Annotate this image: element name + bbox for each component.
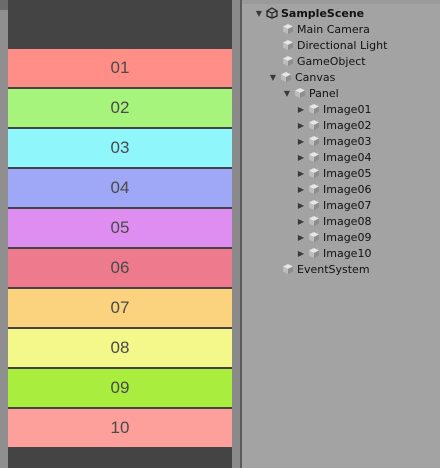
node-label: GameObject [297, 54, 366, 68]
hierarchy-item-panel[interactable]: ▼ Panel [282, 85, 339, 101]
collapsed-arrow-icon[interactable]: ▶ [296, 216, 306, 226]
expanded-arrow-icon[interactable]: ▼ [254, 8, 264, 18]
gameobject-cube-icon [308, 151, 320, 163]
node-label: Image10 [323, 246, 372, 260]
color-row: 07 [8, 289, 232, 327]
node-label: Image05 [323, 166, 372, 180]
hierarchy-item-image[interactable]: ▶ Image08 [296, 213, 372, 229]
game-bottom-bar [8, 449, 232, 468]
gameobject-cube-icon [308, 119, 320, 131]
color-row: 09 [8, 369, 232, 407]
gameobject-cube-icon [308, 167, 320, 179]
node-label: Image07 [323, 198, 372, 212]
color-row: 08 [8, 329, 232, 367]
collapsed-arrow-icon[interactable]: ▶ [296, 152, 306, 162]
game-canvas: 01 02 03 04 05 06 07 08 09 10 [8, 0, 232, 468]
hierarchy-item-directional-light[interactable]: Directional Light [282, 37, 387, 53]
gameobject-cube-icon [282, 55, 294, 67]
color-row: 02 [8, 89, 232, 127]
hierarchy-item-scene[interactable]: ▼ SampleScene [254, 5, 364, 21]
scene-name: SampleScene [281, 6, 365, 20]
hierarchy-item-image[interactable]: ▶ Image05 [296, 165, 372, 181]
color-rows: 01 02 03 04 05 06 07 08 09 10 [8, 49, 232, 449]
gameobject-cube-icon [308, 135, 320, 147]
color-row: 04 [8, 169, 232, 207]
collapsed-arrow-icon[interactable]: ▶ [296, 104, 306, 114]
expanded-arrow-icon[interactable]: ▼ [282, 88, 292, 98]
gameobject-cube-icon [308, 231, 320, 243]
unity-scene-icon [266, 7, 278, 19]
node-label: Image03 [323, 134, 372, 148]
hierarchy-item-image[interactable]: ▶ Image06 [296, 181, 372, 197]
hierarchy-item-eventsystem[interactable]: EventSystem [282, 261, 370, 277]
hierarchy-item-gameobject[interactable]: GameObject [282, 53, 366, 69]
gameobject-cube-icon [308, 215, 320, 227]
collapsed-arrow-icon[interactable]: ▶ [296, 120, 306, 130]
hierarchy-item-image[interactable]: ▶ Image07 [296, 197, 372, 213]
hierarchy-panel: ▼ SampleScene Main Camera Directional Li… [242, 0, 440, 468]
gameobject-cube-icon [294, 87, 306, 99]
hierarchy-top-strip [242, 0, 440, 4]
node-label: Canvas [295, 70, 336, 84]
gameobject-cube-icon [282, 23, 294, 35]
hierarchy-item-image[interactable]: ▶ Image02 [296, 117, 372, 133]
hierarchy-item-canvas[interactable]: ▼ Canvas [268, 69, 335, 85]
color-row: 05 [8, 209, 232, 247]
color-row: 01 [8, 49, 232, 87]
hierarchy-item-image[interactable]: ▶ Image09 [296, 229, 372, 245]
node-label: Image09 [323, 230, 372, 244]
node-label: EventSystem [297, 262, 370, 276]
node-label: Main Camera [297, 22, 370, 36]
gameobject-cube-icon [308, 103, 320, 115]
collapsed-arrow-icon[interactable]: ▶ [296, 184, 306, 194]
gameobject-cube-icon [282, 263, 294, 275]
hierarchy-item-image[interactable]: ▶ Image03 [296, 133, 372, 149]
node-label: Image01 [323, 102, 372, 116]
gameobject-cube-icon [280, 71, 292, 83]
node-label: Image08 [323, 214, 372, 228]
collapsed-arrow-icon[interactable]: ▶ [296, 232, 306, 242]
color-row: 06 [8, 249, 232, 287]
node-label: Image06 [323, 182, 372, 196]
expanded-arrow-icon[interactable]: ▼ [268, 72, 278, 82]
gameobject-cube-icon [282, 39, 294, 51]
collapsed-arrow-icon[interactable]: ▶ [296, 200, 306, 210]
gameobject-cube-icon [308, 247, 320, 259]
collapsed-arrow-icon[interactable]: ▶ [296, 136, 306, 146]
color-row: 10 [8, 409, 232, 447]
gameobject-cube-icon [308, 183, 320, 195]
hierarchy-item-image[interactable]: ▶ Image01 [296, 101, 372, 117]
hierarchy-item-image[interactable]: ▶ Image10 [296, 245, 372, 261]
node-label: Image04 [323, 150, 372, 164]
color-row: 03 [8, 129, 232, 167]
collapsed-arrow-icon[interactable]: ▶ [296, 248, 306, 258]
node-label: Image02 [323, 118, 372, 132]
game-right-gutter [232, 0, 240, 468]
gameobject-cube-icon [308, 199, 320, 211]
game-view: 01 02 03 04 05 06 07 08 09 10 [0, 0, 240, 468]
node-label: Panel [309, 86, 339, 100]
hierarchy-item-main-camera[interactable]: Main Camera [282, 21, 370, 37]
hierarchy-item-image[interactable]: ▶ Image04 [296, 149, 372, 165]
node-label: Directional Light [297, 38, 388, 52]
collapsed-arrow-icon[interactable]: ▶ [296, 168, 306, 178]
